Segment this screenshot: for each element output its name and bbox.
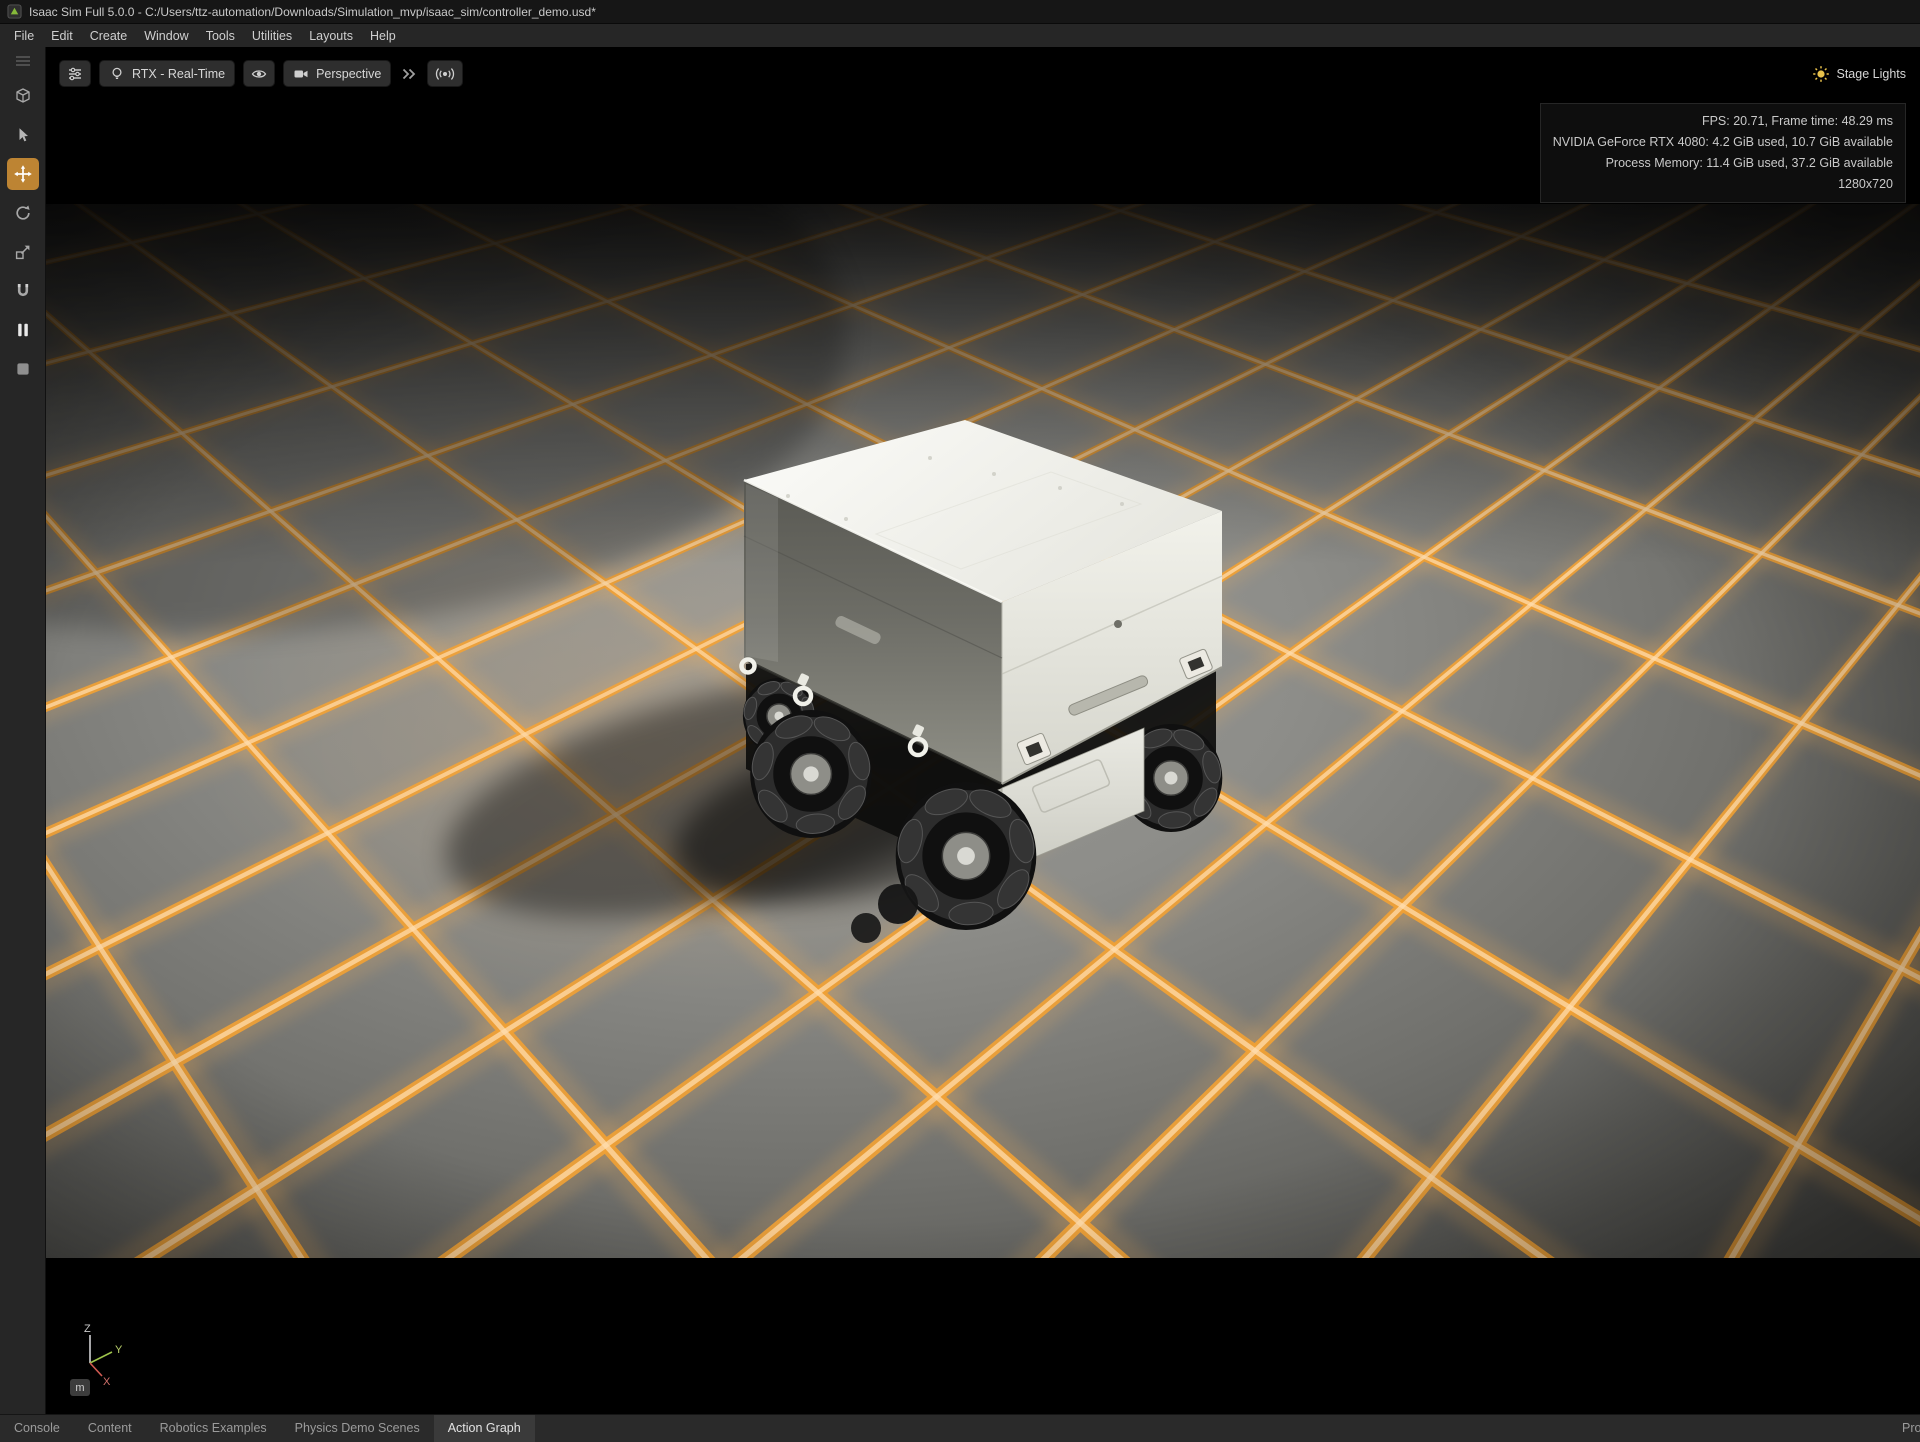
- stop-button[interactable]: [7, 353, 39, 385]
- toolbar-expand-button[interactable]: [399, 66, 419, 82]
- move-icon: [13, 165, 32, 183]
- camera-select-button[interactable]: Perspective: [283, 60, 392, 87]
- menu-tools[interactable]: Tools: [198, 26, 243, 46]
- menu-edit[interactable]: Edit: [43, 26, 81, 46]
- tab-pro[interactable]: Pro: [1890, 1415, 1920, 1442]
- renderer-select-button[interactable]: RTX - Real-Time: [99, 60, 236, 87]
- left-toolbar: [0, 47, 46, 1415]
- stats-gpu: NVIDIA GeForce RTX 4080: 4.2 GiB used, 1…: [1552, 135, 1893, 149]
- viewport-panel: RTX - Real-Time Perspective Stage Lights…: [46, 47, 1920, 1415]
- stage-lights-button[interactable]: Stage Lights: [1812, 60, 1907, 87]
- camera-icon: [294, 70, 308, 77]
- stage-lights-label: Stage Lights: [1836, 66, 1907, 81]
- menu-window[interactable]: Window: [136, 26, 196, 46]
- stats-resolution: 1280x720: [1838, 177, 1893, 191]
- cursor-icon: [19, 128, 28, 142]
- waypoint-icon: [436, 67, 455, 80]
- unit-badge[interactable]: m: [70, 1379, 90, 1396]
- tab-physics-demo-scenes[interactable]: Physics Demo Scenes: [281, 1415, 434, 1442]
- pause-icon: [17, 323, 28, 337]
- scale-icon: [15, 245, 29, 260]
- tab-action-graph[interactable]: Action Graph: [433, 1415, 535, 1442]
- viewport-toolbar: RTX - Real-Time Perspective: [59, 60, 464, 87]
- lightbulb-icon: [112, 67, 122, 79]
- settings-sliders-icon: [69, 67, 81, 80]
- eye-icon: [251, 69, 267, 78]
- move-tool-button[interactable]: [6, 158, 39, 190]
- toolbar-drag-handle[interactable]: [7, 53, 39, 69]
- window-titlebar: Isaac Sim Full 5.0.0 - C:/Users/ttz-auto…: [0, 0, 1920, 24]
- double-chevron-icon: [403, 68, 416, 79]
- tab-robotics-examples[interactable]: Robotics Examples: [146, 1415, 281, 1442]
- selection-mode-button[interactable]: [7, 80, 39, 112]
- viewport-settings-button[interactable]: [59, 60, 91, 87]
- app-icon: [7, 4, 22, 19]
- stop-icon: [16, 363, 29, 375]
- window-title: Isaac Sim Full 5.0.0 - C:/Users/ttz-auto…: [29, 4, 596, 19]
- visibility-button[interactable]: [243, 60, 276, 87]
- axis-z-label: Z: [84, 1323, 91, 1335]
- axis-x-label: X: [103, 1376, 111, 1388]
- bottom-panel-tabs: Console Content Robotics Examples Physic…: [0, 1414, 1920, 1442]
- rotate-tool-button[interactable]: [7, 197, 39, 229]
- renderer-label: RTX - Real-Time: [132, 66, 226, 81]
- camera-label: Perspective: [316, 66, 382, 81]
- waypoint-button[interactable]: [427, 60, 464, 87]
- performance-stats: FPS: 20.71, Frame time: 48.29 ms NVIDIA …: [1539, 103, 1906, 203]
- snap-button[interactable]: [7, 275, 39, 307]
- menu-layouts[interactable]: Layouts: [301, 26, 361, 46]
- tab-content[interactable]: Content: [74, 1415, 146, 1442]
- stats-fps: FPS: 20.71, Frame time: 48.29 ms: [1701, 114, 1893, 128]
- rotate-icon: [15, 205, 30, 220]
- stats-memory: Process Memory: 11.4 GiB used, 37.2 GiB …: [1605, 156, 1893, 170]
- menu-create[interactable]: Create: [82, 26, 136, 46]
- select-tool-button[interactable]: [7, 119, 39, 151]
- scale-tool-button[interactable]: [7, 236, 39, 268]
- sun-icon: [1812, 65, 1829, 82]
- pause-button[interactable]: [7, 314, 39, 346]
- cube-icon: [15, 88, 30, 103]
- scene-render: [46, 204, 1920, 1258]
- magnet-icon: [17, 284, 28, 297]
- menu-utilities[interactable]: Utilities: [244, 26, 300, 46]
- viewport-3d[interactable]: [46, 204, 1920, 1258]
- tab-console[interactable]: Console: [0, 1415, 74, 1442]
- axis-y-label: Y: [115, 1344, 123, 1356]
- menu-help[interactable]: Help: [362, 26, 404, 46]
- menu-file[interactable]: File: [6, 26, 42, 46]
- menu-bar: File Edit Create Window Tools Utilities …: [0, 24, 1920, 47]
